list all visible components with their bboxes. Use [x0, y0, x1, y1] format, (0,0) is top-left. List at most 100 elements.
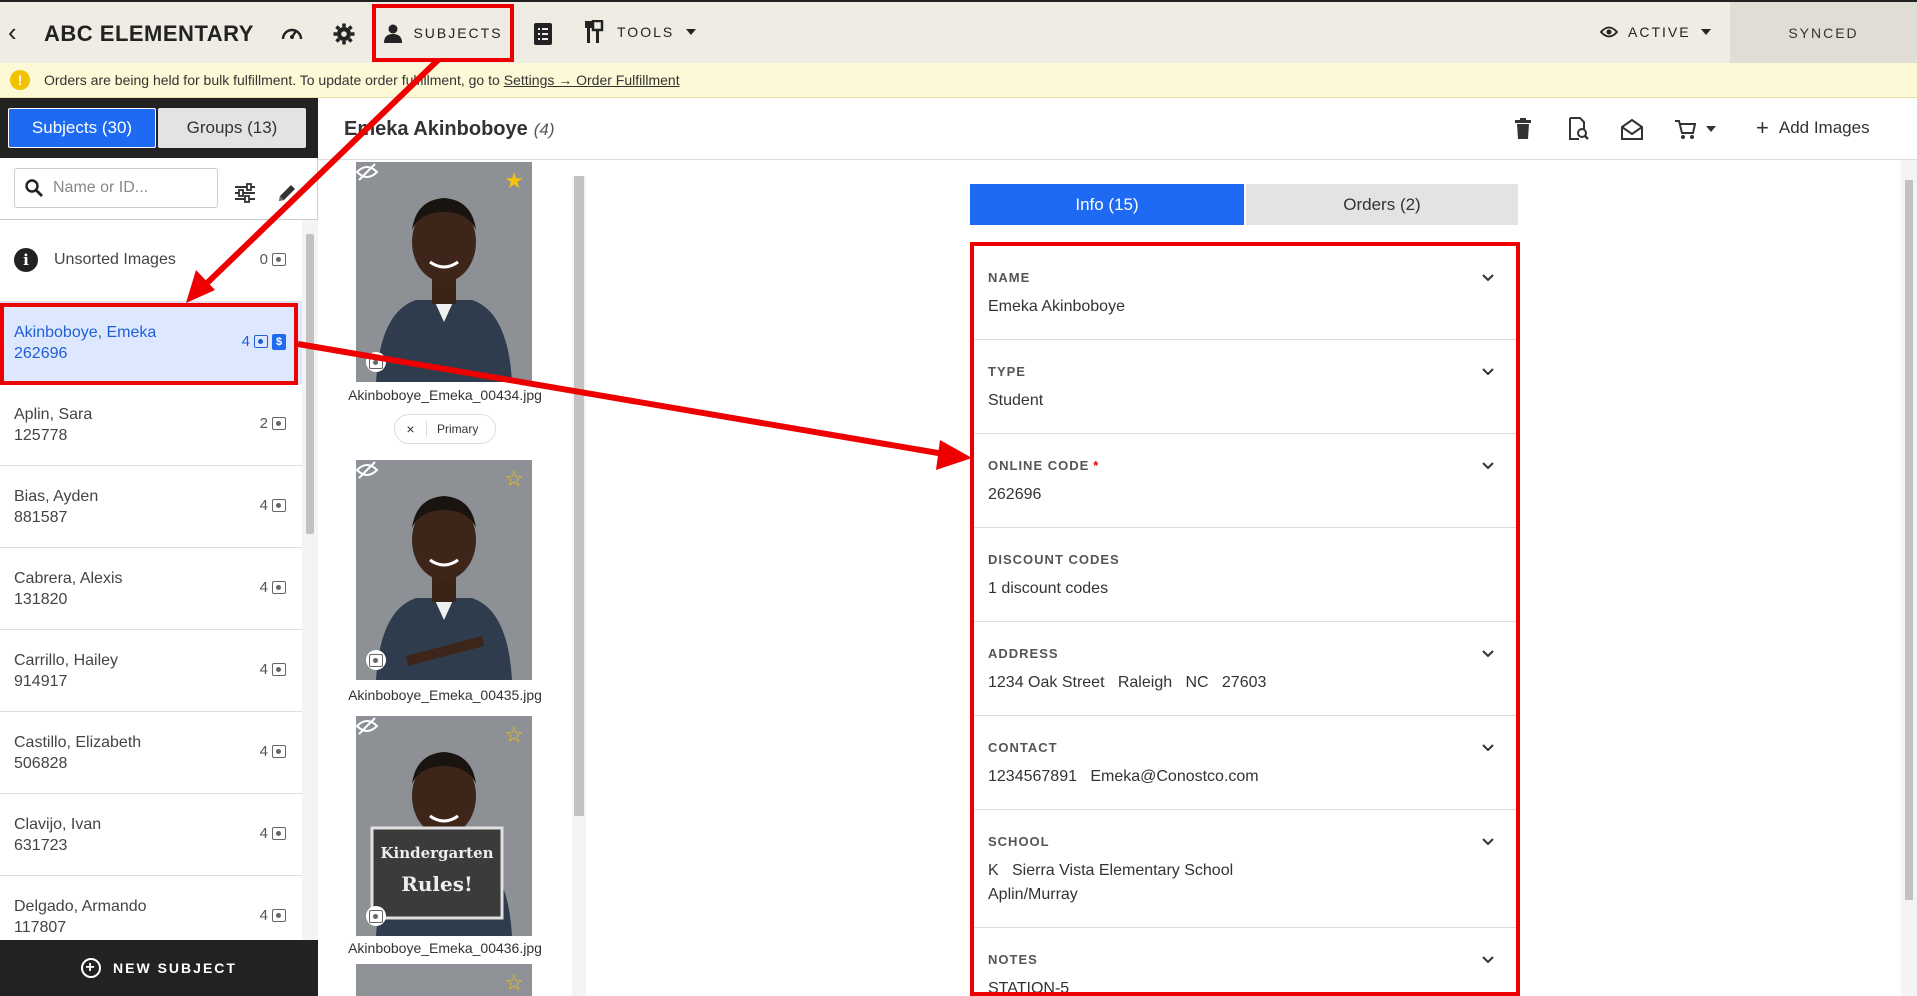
- chevron-down-icon[interactable]: [1480, 270, 1496, 286]
- detail-tabs: Info (15) Orders (2): [970, 184, 1518, 225]
- hide-icon[interactable]: [356, 716, 378, 736]
- active-filter-dropdown[interactable]: ACTIVE: [1600, 24, 1711, 40]
- image-icon: [272, 909, 286, 922]
- subject-details: Info (15) Orders (2) NAME Emeka Akinbobo…: [590, 160, 1901, 996]
- cart-menu[interactable]: [1674, 116, 1726, 142]
- add-images-label: Add Images: [1778, 118, 1870, 137]
- chevron-down-icon[interactable]: [1480, 740, 1496, 756]
- star-outline-icon[interactable]: ☆: [504, 970, 524, 996]
- list-item[interactable]: Cabrera, Alexis 131820 4: [0, 548, 302, 630]
- required-marker: *: [1093, 458, 1100, 473]
- back-icon[interactable]: ‹: [8, 19, 32, 45]
- field-value: Aplin/Murray: [988, 886, 1078, 903]
- photo-thumbnail[interactable]: ☆: [356, 964, 532, 996]
- photo-type-icon[interactable]: [366, 352, 386, 372]
- primary-tag: × Primary: [394, 414, 496, 444]
- chevron-down-icon[interactable]: [1480, 952, 1496, 968]
- subject-id: 125778: [14, 427, 68, 444]
- subject-id: 914917: [14, 673, 68, 690]
- pencil-icon[interactable]: [276, 182, 300, 206]
- tab-info[interactable]: Info (15): [970, 184, 1244, 225]
- document-search-icon[interactable]: [1565, 116, 1591, 142]
- tab-orders[interactable]: Orders (2): [1244, 184, 1518, 225]
- chevron-down-icon[interactable]: [1480, 646, 1496, 662]
- plus-icon: +: [81, 958, 102, 978]
- tab-groups[interactable]: Groups (13): [158, 108, 306, 148]
- image-count: 4: [260, 907, 286, 924]
- list-icon[interactable]: [529, 20, 557, 48]
- chevron-down-icon: [1700, 29, 1711, 35]
- list-item[interactable]: Carrillo, Hailey 914917 4: [0, 630, 302, 712]
- image-count: 4: [260, 661, 286, 678]
- hide-icon[interactable]: [356, 460, 378, 480]
- list-item[interactable]: Castillo, Elizabeth 506828 4: [0, 712, 302, 794]
- new-subject-label: NEW SUBJECT: [113, 960, 237, 976]
- image-icon: [272, 253, 286, 266]
- field-value: 1234 Oak Street Raleigh NC 27603: [988, 674, 1267, 691]
- field-value: STATION-5: [988, 980, 1070, 996]
- photo-thumbnail[interactable]: ☆: [356, 460, 532, 680]
- star-filled-icon[interactable]: ★: [504, 168, 524, 194]
- trash-icon[interactable]: [1510, 116, 1536, 142]
- search-input[interactable]: [53, 179, 213, 197]
- chevron-down-icon[interactable]: [1480, 834, 1496, 850]
- subject-name: Cabrera, Alexis: [14, 570, 123, 587]
- field-value: Emeka Akinboboye: [988, 298, 1125, 315]
- star-outline-icon[interactable]: ☆: [504, 722, 524, 748]
- tools-menu[interactable]: TOOLS: [585, 20, 697, 44]
- field-notes[interactable]: NOTES STATION-5: [974, 928, 1516, 996]
- photo-thumbnail[interactable]: Kindergarten Rules! ☆: [356, 716, 532, 936]
- gear-icon[interactable]: [330, 20, 358, 48]
- photo-type-icon[interactable]: [366, 650, 386, 670]
- subject-name: Carrillo, Hailey: [14, 652, 119, 669]
- field-label: DISCOUNT CODES: [988, 552, 1120, 567]
- tab-subjects[interactable]: Subjects (30): [8, 108, 156, 148]
- sign-text: Rules!: [401, 872, 473, 896]
- field-type[interactable]: TYPE Student: [974, 340, 1516, 434]
- field-name[interactable]: NAME Emeka Akinboboye: [974, 246, 1516, 340]
- image-count: 4: [260, 743, 286, 760]
- photo-type-icon[interactable]: [366, 906, 386, 926]
- hide-icon[interactable]: [356, 162, 378, 182]
- list-item[interactable]: Bias, Ayden 881587 4: [0, 466, 302, 548]
- main-scrollbar[interactable]: [1901, 160, 1917, 996]
- tools-label: TOOLS: [617, 24, 675, 40]
- list-item[interactable]: Aplin, Sara 125778 2: [0, 384, 302, 466]
- subject-name: Aplin, Sara: [14, 406, 93, 423]
- chevron-down-icon: [1706, 126, 1716, 132]
- image-count: 4: [260, 825, 286, 842]
- filter-sliders-icon[interactable]: [234, 182, 258, 206]
- field-school[interactable]: SCHOOL K Sierra Vista Elementary School …: [974, 810, 1516, 928]
- list-item[interactable]: Clavijo, Ivan 631723 4: [0, 794, 302, 876]
- image-icon: [272, 827, 286, 840]
- subjects-sidebar: Subjects (30) Groups (13) i Unsorted Ima…: [0, 98, 318, 996]
- subject-name: Clavijo, Ivan: [14, 816, 102, 833]
- field-value: 262696: [988, 486, 1042, 503]
- image-scrollbar[interactable]: [572, 176, 586, 996]
- email-icon[interactable]: [1619, 116, 1645, 142]
- new-subject-button[interactable]: + NEW SUBJECT: [0, 940, 318, 996]
- add-images-button[interactable]: + Add Images: [1756, 117, 1870, 139]
- remove-primary-icon[interactable]: ×: [395, 421, 427, 437]
- dashboard-icon[interactable]: [278, 20, 306, 48]
- field-value: K Sierra Vista Elementary School: [988, 862, 1234, 879]
- chevron-down-icon[interactable]: [1480, 458, 1496, 474]
- top-bar: ‹ ABC ELEMENTARY SUBJECTS TOOLS ACTIVE S…: [0, 0, 1917, 63]
- search-row: [0, 158, 318, 220]
- list-item[interactable]: Delgado, Armando 117807 4: [0, 876, 302, 940]
- subjects-nav-button[interactable]: SUBJECTS: [372, 4, 514, 62]
- chevron-down-icon[interactable]: [1480, 364, 1496, 380]
- field-label: CONTACT: [988, 740, 1058, 755]
- field-address[interactable]: ADDRESS 1234 Oak Street Raleigh NC 27603: [974, 622, 1516, 716]
- sidebar-scrollbar[interactable]: [302, 220, 318, 940]
- image-icon: [272, 745, 286, 758]
- field-contact[interactable]: CONTACT 1234567891 Emeka@Conostco.com: [974, 716, 1516, 810]
- unsorted-images-item[interactable]: i Unsorted Images 0: [0, 220, 302, 302]
- warning-icon: !: [10, 70, 30, 90]
- subject-id: 131820: [14, 591, 68, 608]
- field-discount-codes[interactable]: DISCOUNT CODES 1 discount codes: [974, 528, 1516, 622]
- photo-thumbnail[interactable]: ★: [356, 162, 532, 382]
- star-outline-icon[interactable]: ☆: [504, 466, 524, 492]
- order-fulfillment-link[interactable]: Settings → Order Fulfillment: [504, 72, 680, 88]
- field-online-code[interactable]: ONLINE CODE * 262696: [974, 434, 1516, 528]
